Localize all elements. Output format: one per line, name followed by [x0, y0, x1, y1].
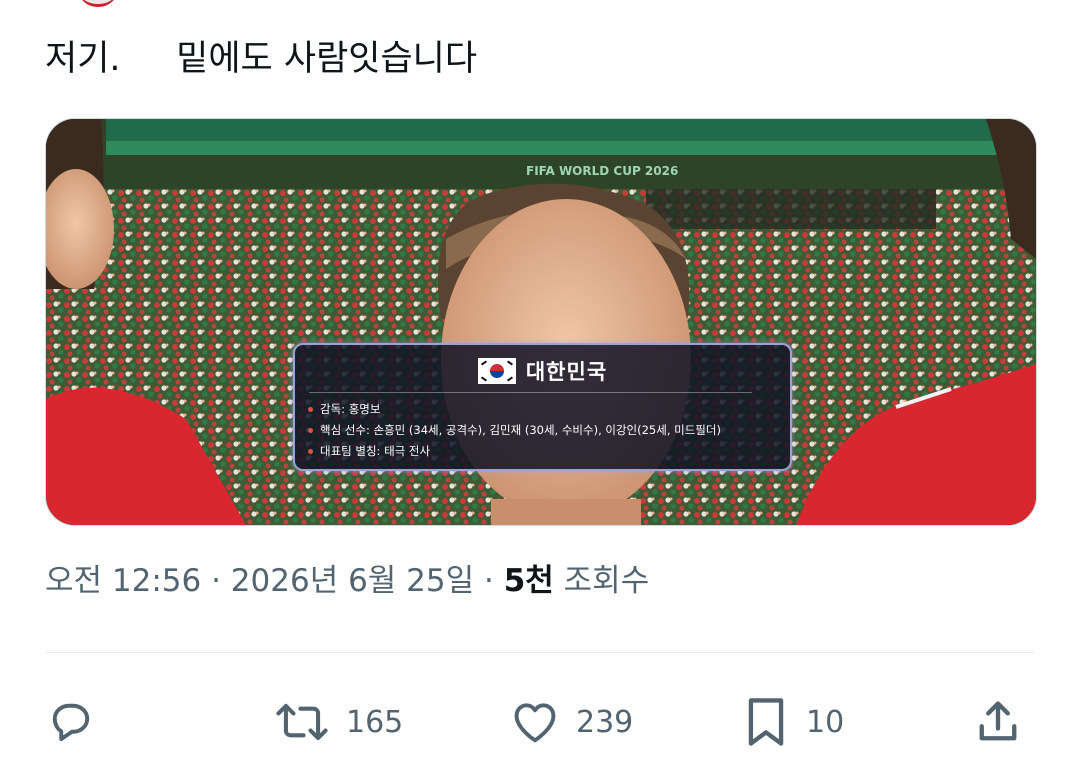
like-count: 239: [576, 704, 634, 740]
bookmark-button[interactable]: 10: [740, 690, 844, 754]
meta-separator: ·: [201, 563, 231, 599]
overlay-item-nickname: 대표팀 별칭: 태극 전사: [307, 441, 721, 462]
overlay-info-list: 감독: 홍명보 핵심 선수: 손흥민 (34세, 공격수), 김민재 (30세,…: [307, 399, 721, 462]
tweet-time[interactable]: 오전 12:56: [45, 563, 201, 599]
retweet-icon: [276, 703, 328, 741]
bookmark-count: 10: [806, 704, 845, 740]
tweet-meta: 오전 12:56 · 2026년 6월 25일 · 5천 조회수: [45, 558, 649, 604]
views-count: 5천: [503, 563, 554, 599]
bookmark-icon: [748, 698, 784, 746]
stadium-banner-text: FIFA WORLD CUP 2026: [526, 164, 678, 178]
tweet-actions-bar: 165 239 10: [0, 690, 1080, 754]
south-korea-flag-icon: [477, 358, 516, 384]
share-button[interactable]: [972, 690, 1024, 754]
views-label: 조회수: [563, 563, 650, 599]
overlay-item-coach: 감독: 홍명보: [307, 399, 721, 420]
tweet-text: 저기. 밑에도 사람잇습니다: [45, 39, 478, 79]
overlay-title: 대한민국: [525, 360, 608, 384]
overlay-divider: [309, 392, 752, 393]
retweet-button[interactable]: 165: [272, 690, 403, 754]
meta-separator-2: ·: [474, 563, 504, 599]
tweet-media-image[interactable]: FIFA WORLD CUP 2026 대한민국 감독: 홍명보 핵심 선수: …: [45, 118, 1037, 526]
author-avatar[interactable]: [78, 0, 118, 7]
tweet-date[interactable]: 2026년 6월 25일: [231, 563, 474, 599]
like-button[interactable]: 239: [508, 690, 633, 754]
share-icon: [979, 701, 1017, 741]
team-info-overlay: 대한민국 감독: 홍명보 핵심 선수: 손흥민 (34세, 공격수), 김민재 …: [293, 343, 792, 471]
reply-icon: [52, 703, 90, 742]
heart-icon: [514, 703, 556, 743]
reply-button[interactable]: [45, 690, 97, 754]
divider: [45, 652, 1035, 653]
retweet-count: 165: [346, 704, 404, 740]
overlay-header: 대한민국: [295, 355, 790, 387]
overlay-item-key-players: 핵심 선수: 손흥민 (34세, 공격수), 김민재 (30세, 수비수), 이…: [307, 420, 721, 441]
